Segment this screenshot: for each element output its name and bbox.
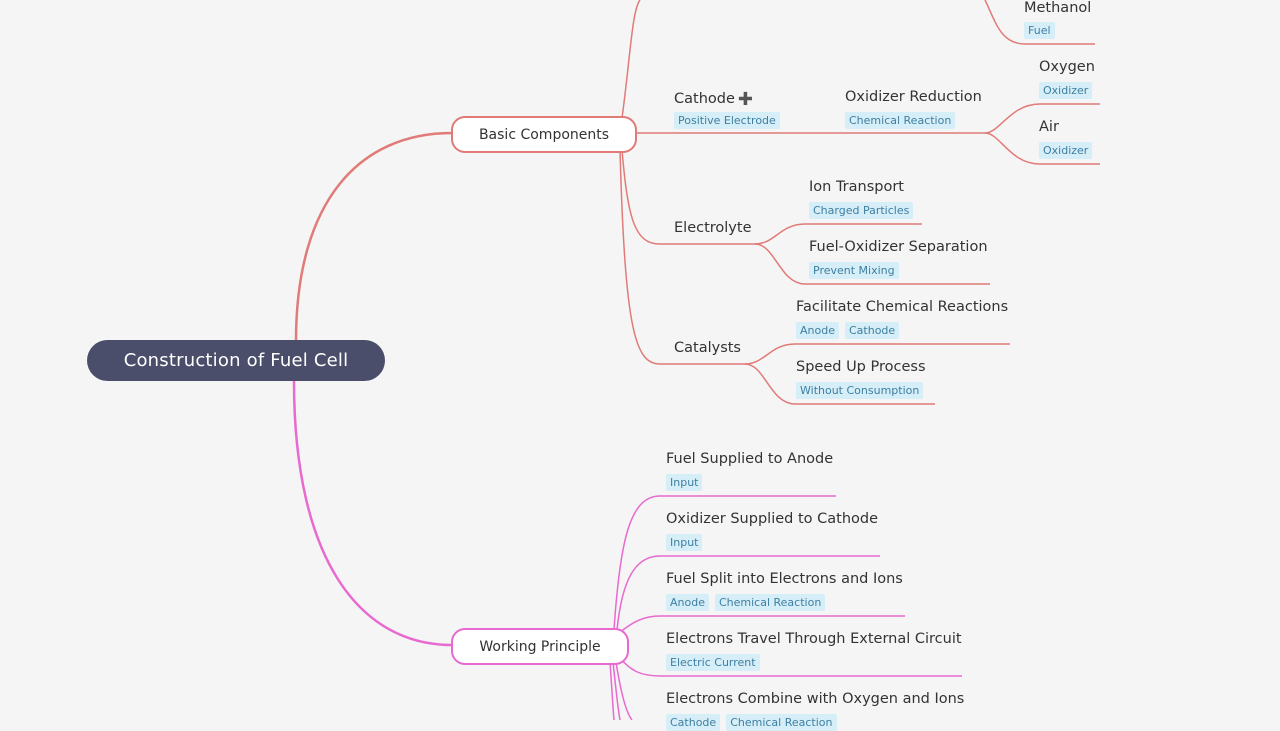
- tag-list: Anode Chemical Reaction: [666, 594, 826, 611]
- root-topic[interactable]: Construction of Fuel Cell: [87, 340, 385, 381]
- topic-label: Facilitate Chemical Reactions: [796, 299, 1009, 315]
- topic-label: Electrolyte: [674, 220, 752, 236]
- topic-label: Oxidizer Supplied to Cathode: [666, 511, 878, 527]
- tag-list: Charged Particles: [809, 202, 914, 219]
- tag: Oxidizer: [1039, 142, 1093, 159]
- tag: Cathode: [666, 714, 721, 731]
- tag: Oxidizer: [1039, 82, 1093, 99]
- topic-facilitate-chemical-reactions[interactable]: Facilitate Chemical Reactions: [796, 299, 1008, 315]
- topic-label: Methanol: [1024, 0, 1092, 16]
- root-topic-label: Construction of Fuel Cell: [123, 350, 349, 371]
- tag: Cathode: [844, 322, 900, 339]
- tag: Without Consumption: [796, 382, 924, 399]
- topic-air[interactable]: Air: [1039, 119, 1059, 135]
- topic-cathode[interactable]: Cathode ✚: [674, 89, 753, 110]
- tag-list: Input: [666, 474, 703, 491]
- topic-wp-step[interactable]: Fuel Split into Electrons and Ions: [666, 571, 903, 587]
- topic-catalysts[interactable]: Catalysts: [674, 340, 741, 356]
- tag-list: Input: [666, 534, 703, 551]
- tag: Prevent Mixing: [809, 262, 899, 279]
- topic-label: Working Principle: [479, 638, 601, 655]
- connector-root-basic: [294, 131, 453, 342]
- connector-catalysts: [619, 149, 748, 365]
- tag: Anode: [666, 594, 709, 611]
- topic-label: Cathode: [674, 91, 735, 107]
- topic-wp-step[interactable]: Electrons Combine with Oxygen and Ions: [666, 691, 964, 707]
- tag-list: Prevent Mixing: [809, 262, 899, 279]
- tag-list: Chemical Reaction: [845, 112, 956, 129]
- topic-oxygen[interactable]: Oxygen: [1039, 59, 1095, 75]
- topic-label: Electrons Combine with Oxygen and Ions: [666, 691, 965, 707]
- topic-speed-up-process[interactable]: Speed Up Process: [796, 359, 926, 375]
- tag: Chemical Reaction: [726, 714, 837, 731]
- topic-wp-step[interactable]: Fuel Supplied to Anode: [666, 451, 833, 467]
- topic-methanol[interactable]: Methanol: [1024, 0, 1091, 16]
- tag: Fuel: [1024, 22, 1055, 39]
- topic-wp-step[interactable]: Oxidizer Supplied to Cathode: [666, 511, 878, 527]
- topic-label: Air: [1039, 119, 1059, 135]
- tag: Charged Particles: [809, 202, 914, 219]
- connector-wp-3: [619, 615, 905, 633]
- tag-list: Fuel: [1024, 22, 1055, 39]
- tag-list: Cathode Chemical Reaction: [666, 714, 837, 731]
- tag-list: Anode Cathode: [796, 322, 900, 339]
- tag-list: Oxidizer: [1039, 142, 1093, 159]
- mind-map-canvas[interactable]: Construction of Fuel Cell Basic Componen…: [0, 0, 1280, 731]
- topic-wp-step[interactable]: Electrons Travel Through External Circui…: [666, 631, 962, 647]
- connector-root-working: [292, 380, 453, 647]
- topic-label: Oxygen: [1039, 59, 1095, 75]
- tag-list: Electric Current: [666, 654, 760, 671]
- topic-label: Ion Transport: [809, 179, 904, 195]
- topic-label: Speed Up Process: [796, 359, 926, 375]
- connector-wp-6: [612, 661, 621, 720]
- topic-label: Fuel-Oxidizer Separation: [809, 239, 988, 255]
- topic-fuel-oxidizer-separation[interactable]: Fuel-Oxidizer Separation: [809, 239, 988, 255]
- tag: Input: [666, 534, 703, 551]
- topic-ion-transport[interactable]: Ion Transport: [809, 179, 904, 195]
- topic-label: Basic Components: [478, 126, 610, 143]
- tag-list: Oxidizer: [1039, 82, 1093, 99]
- topic-electrolyte[interactable]: Electrolyte: [674, 220, 752, 236]
- tag: Positive Electrode: [674, 112, 780, 129]
- connector-basic-methanol-parent: [621, 0, 641, 119]
- plus-icon[interactable]: ✚: [738, 89, 753, 110]
- topic-label: Oxidizer Reduction: [845, 89, 982, 105]
- topic-oxidizer-reduction[interactable]: Oxidizer Reduction: [845, 89, 982, 105]
- topic-basic-components[interactable]: Basic Components: [451, 116, 637, 153]
- tag-list: Positive Electrode: [674, 112, 780, 129]
- connector-wp-2: [616, 555, 880, 631]
- tag: Anode: [796, 322, 839, 339]
- tag-list: Without Consumption: [796, 382, 924, 399]
- tag: Chemical Reaction: [845, 112, 956, 129]
- topic-label: Fuel Split into Electrons and Ions: [666, 571, 903, 587]
- topic-label: Catalysts: [674, 340, 741, 356]
- topic-label: Fuel Supplied to Anode: [666, 451, 834, 467]
- tag: Electric Current: [666, 654, 760, 671]
- tag: Input: [666, 474, 703, 491]
- topic-label: Electrons Travel Through External Circui…: [666, 631, 962, 647]
- topic-working-principle[interactable]: Working Principle: [451, 628, 629, 665]
- tag: Chemical Reaction: [714, 594, 826, 611]
